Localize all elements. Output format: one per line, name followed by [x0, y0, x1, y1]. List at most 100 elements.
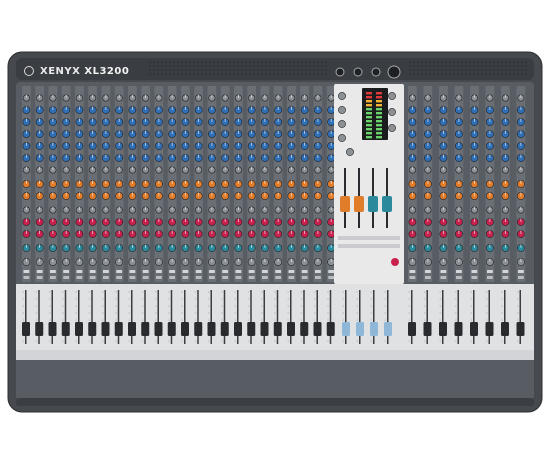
channel-fader-cap [370, 322, 378, 336]
channel-button [440, 276, 447, 279]
channel-fader-cap [101, 322, 110, 336]
channel-strip [181, 86, 190, 282]
channel-button [182, 276, 189, 279]
console-bottom-lip [16, 398, 534, 406]
master-button-row [338, 236, 400, 240]
channel-fader-cap [300, 322, 309, 336]
meter-led [376, 124, 382, 127]
channel-fader-cap [22, 322, 30, 336]
channel-button [89, 276, 96, 279]
channel-button [288, 276, 295, 279]
channel-strip [454, 86, 464, 282]
channel-button [129, 276, 136, 279]
meter-led [376, 100, 382, 103]
group-fader-cap [340, 196, 350, 212]
channel-strip [35, 86, 45, 282]
brand-logo-icon [24, 66, 34, 76]
channel-button [76, 276, 83, 279]
channel-fader-cap [273, 322, 282, 336]
master-knob [338, 106, 346, 114]
channel-fader-cap [167, 322, 176, 336]
master-knob [388, 92, 396, 100]
master-knob [338, 120, 346, 128]
channel-button [63, 276, 70, 279]
channel-fader-cap [35, 322, 44, 336]
meter-led [366, 100, 372, 103]
meter-led [366, 108, 372, 111]
channel-fader-cap [423, 322, 432, 336]
channel-strip [128, 86, 137, 282]
channel-button [195, 270, 202, 273]
meter-led [376, 108, 382, 111]
group-fader-cap [368, 196, 378, 212]
channel-button [156, 276, 162, 279]
meter-led [366, 92, 372, 95]
channel-button [262, 276, 268, 279]
meter-led [366, 116, 372, 119]
channel-fader-cap [501, 322, 509, 336]
channel-strip [114, 86, 124, 282]
channel-fader-cap [454, 322, 463, 336]
channel-fader-cap [313, 322, 322, 336]
channel-button [425, 276, 431, 279]
channel-button [456, 270, 462, 273]
master-knob [388, 124, 396, 132]
channel-strip [154, 86, 164, 282]
output-jack-icon [335, 67, 345, 77]
channel-fader-cap [470, 322, 478, 336]
channel-button [103, 276, 109, 279]
channel-button [36, 276, 43, 279]
channel-strip [48, 86, 58, 282]
channel-strip [273, 86, 283, 282]
master-knob [338, 134, 346, 142]
master-knob [338, 92, 346, 100]
channel-strip [101, 86, 111, 282]
channel-strip [75, 86, 84, 282]
channel-button [169, 270, 176, 273]
meter-led [366, 104, 372, 107]
meter-led [366, 136, 372, 139]
channel-button [301, 276, 308, 279]
meter-led [376, 132, 382, 135]
channel-button [156, 270, 162, 273]
fader-bay [16, 284, 534, 350]
channel-button [301, 270, 308, 273]
output-jack-icon [387, 65, 401, 79]
channel-fader-cap [287, 322, 295, 336]
channel-button [195, 276, 202, 279]
channel-strip [300, 86, 310, 282]
channel-fader-cap [181, 322, 189, 336]
group-fader-cap [382, 196, 392, 212]
meter-led [366, 112, 372, 115]
channel-strip [207, 86, 217, 282]
channel-button [275, 270, 282, 273]
meter-led [376, 92, 382, 95]
channel-button [487, 276, 493, 279]
channel-button [502, 276, 509, 279]
channel-button [315, 270, 321, 273]
meter-led [376, 96, 382, 99]
channel-button [169, 276, 176, 279]
channel-button [76, 270, 83, 273]
channel-fader-cap [260, 322, 269, 336]
channel-button [103, 270, 109, 273]
channel-strip [313, 86, 323, 282]
channel-button [209, 270, 215, 273]
model-name: XL3200 [84, 66, 130, 77]
channel-fader-cap [247, 322, 256, 336]
channel-button [518, 276, 524, 279]
meter-led [376, 104, 382, 107]
channel-fader-cap [114, 322, 123, 336]
channel-fader-cap [485, 322, 494, 336]
channel-button [63, 270, 70, 273]
channel-strip [501, 86, 510, 282]
brand-label: XENYX XL3200 [40, 66, 129, 77]
master-knob [391, 258, 399, 266]
master-button-row [338, 244, 400, 248]
channel-button [456, 276, 462, 279]
output-jack-icon [371, 67, 381, 77]
channel-button [23, 276, 30, 279]
channel-button [142, 276, 149, 279]
channel-strip [167, 86, 177, 282]
meter-led [376, 120, 382, 123]
